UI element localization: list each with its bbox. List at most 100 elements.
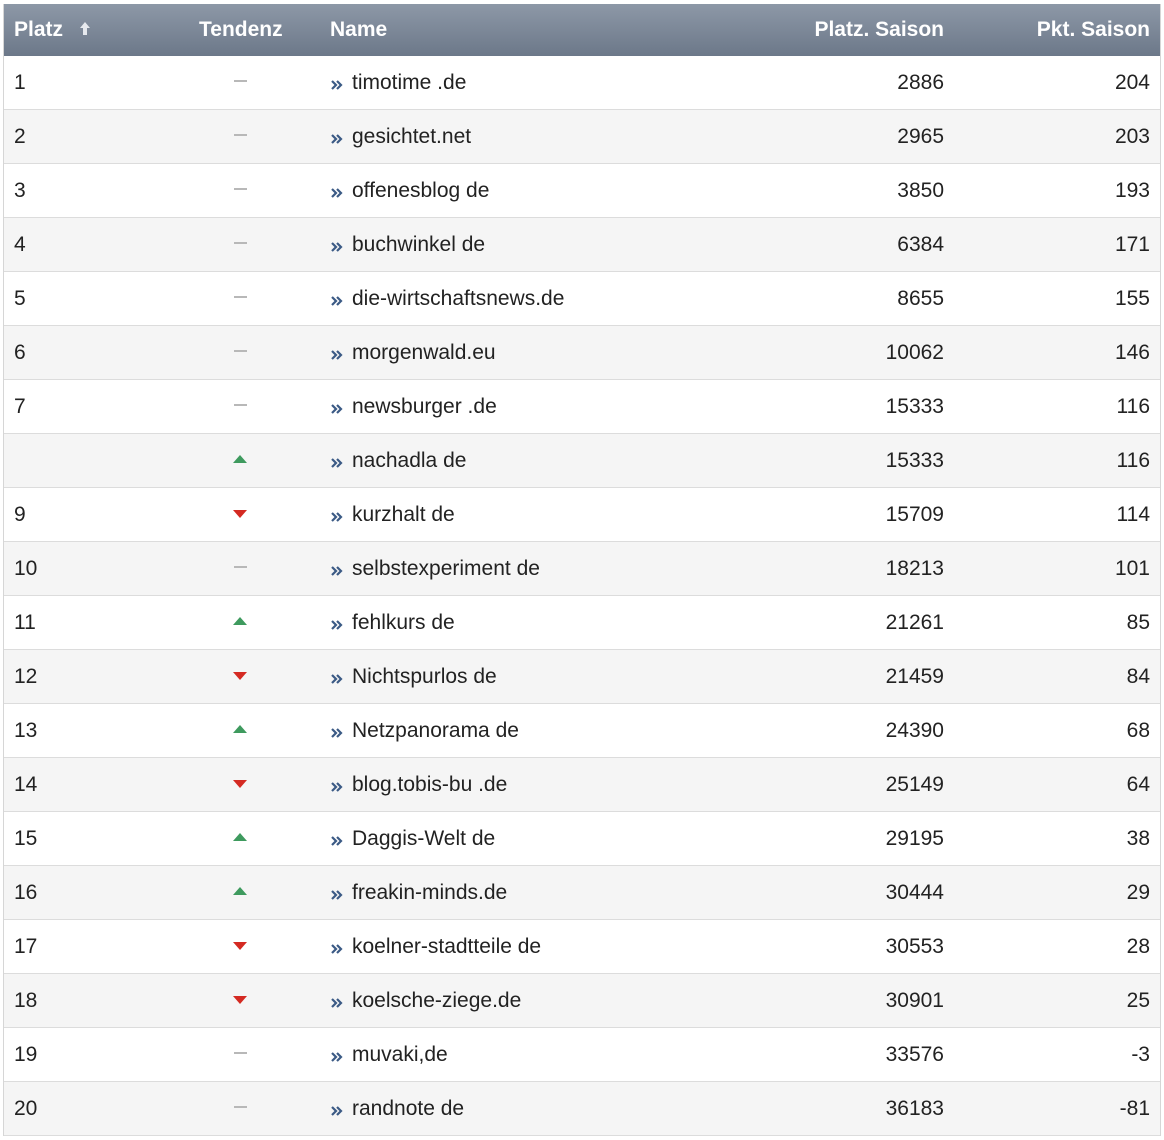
trend-flat-icon [234, 242, 247, 244]
blog-link[interactable]: freakin-minds.de [330, 881, 507, 904]
double-chevron-right-icon [331, 512, 343, 523]
cell-platz: 9 [14, 503, 26, 526]
cell-platz-saison: 25149 [885, 773, 944, 796]
blog-link[interactable]: die-wirtschaftsnews.de [330, 287, 564, 310]
table-row: 12 Nichtspurlos de 21459 84 [4, 650, 1160, 704]
blog-name: buchwinkel de [352, 233, 486, 256]
table-row: 11 fehlkurs de 21261 85 [4, 596, 1160, 650]
blog-link[interactable]: buchwinkel de [330, 233, 485, 256]
trend-down-icon [233, 672, 247, 680]
header-pkt-saison[interactable]: Pkt. Saison [1037, 4, 1150, 56]
cell-pkt-saison: 116 [1116, 395, 1150, 418]
header-platz-saison[interactable]: Platz. Saison [814, 4, 944, 56]
blog-name: blog.tobis-bu .de [352, 773, 508, 796]
blog-name: fehlkurs de [352, 611, 455, 634]
cell-tendenz [230, 272, 252, 325]
cell-tendenz [230, 56, 252, 109]
blog-link[interactable]: morgenwald.eu [330, 341, 496, 364]
trend-up-icon [233, 887, 247, 895]
trend-down-icon [233, 942, 247, 950]
blog-link[interactable]: fehlkurs de [330, 611, 455, 634]
cell-tendenz [230, 650, 252, 703]
cell-platz-saison: 8655 [897, 287, 944, 310]
double-chevron-right-icon [331, 620, 343, 631]
cell-pkt-saison: 146 [1114, 341, 1150, 364]
blog-link[interactable]: Netzpanorama de [330, 719, 519, 742]
blog-link[interactable]: timotime .de [330, 71, 466, 94]
cell-pkt-saison: 28 [1126, 935, 1150, 958]
cell-pkt-saison: 203 [1114, 125, 1150, 148]
cell-pkt-saison: 171 [1114, 233, 1150, 256]
blog-name: Nichtspurlos de [352, 665, 497, 688]
cell-platz-saison: 2965 [897, 125, 944, 148]
cell-tendenz [230, 704, 252, 757]
double-chevron-right-icon [331, 890, 343, 901]
double-chevron-right-icon [331, 566, 343, 577]
trend-flat-icon [234, 188, 247, 190]
blog-link[interactable]: Nichtspurlos de [330, 665, 497, 688]
trend-flat-icon [234, 1106, 247, 1108]
cell-platz-saison: 30553 [885, 935, 944, 958]
cell-platz: 3 [14, 179, 26, 202]
ranking-table: Platz Tendenz Name Platz. Saison Pkt. Sa… [3, 4, 1161, 1136]
trend-flat-icon [234, 566, 247, 568]
cell-platz-saison: 36183 [885, 1097, 944, 1120]
blog-name: Daggis-Welt de [352, 827, 496, 850]
blog-link[interactable]: blog.tobis-bu .de [330, 773, 507, 796]
cell-tendenz [230, 596, 252, 649]
table-row: 19 muvaki,de 33576 -3 [4, 1028, 1160, 1082]
cell-name: koelsche-ziege.de [330, 974, 521, 1027]
cell-name: blog.tobis-bu .de [330, 758, 507, 811]
blog-link[interactable]: gesichtet.net [330, 125, 471, 148]
trend-flat-icon [234, 296, 247, 298]
blog-link[interactable]: muvaki,de [330, 1043, 448, 1066]
cell-platz-saison: 21261 [885, 611, 944, 634]
cell-platz-saison: 30444 [885, 881, 944, 904]
cell-tendenz [230, 920, 252, 973]
blog-link[interactable]: Daggis-Welt de [330, 827, 495, 850]
double-chevron-right-icon [331, 80, 343, 91]
table-row: 15 Daggis-Welt de 29195 38 [4, 812, 1160, 866]
cell-platz: 18 [14, 989, 38, 1012]
cell-platz: 1 [14, 71, 26, 94]
cell-platz: 17 [14, 935, 38, 958]
cell-platz-saison: 15709 [885, 503, 944, 526]
header-tendenz[interactable]: Tendenz [199, 4, 283, 56]
blog-link[interactable]: nachadla de [330, 449, 466, 472]
blog-name: morgenwald.eu [352, 341, 496, 364]
cell-pkt-saison: 116 [1116, 449, 1150, 472]
cell-platz: 20 [14, 1097, 38, 1120]
cell-name: freakin-minds.de [330, 866, 507, 919]
cell-name: fehlkurs de [330, 596, 455, 649]
cell-platz: 12 [14, 665, 38, 688]
blog-link[interactable]: koelsche-ziege.de [330, 989, 521, 1012]
sort-arrow-up-icon[interactable] [79, 21, 91, 37]
header-name[interactable]: Name [330, 4, 387, 56]
blog-link[interactable]: kurzhalt de [330, 503, 455, 526]
cell-tendenz [230, 434, 252, 487]
table-row: 17 koelner-stadtteile de 30553 28 [4, 920, 1160, 974]
blog-name: randnote de [352, 1097, 465, 1120]
blog-link[interactable]: koelner-stadtteile de [330, 935, 541, 958]
blog-link[interactable]: randnote de [330, 1097, 464, 1120]
cell-pkt-saison: 204 [1114, 71, 1150, 94]
table-row: 16 freakin-minds.de 30444 29 [4, 866, 1160, 920]
cell-tendenz [230, 218, 252, 271]
blog-link[interactable]: selbstexperiment de [330, 557, 540, 580]
cell-platz-saison: 30901 [885, 989, 944, 1012]
double-chevron-right-icon [331, 1106, 343, 1117]
cell-platz-saison: 29195 [885, 827, 944, 850]
double-chevron-right-icon [331, 728, 343, 739]
cell-name: newsburger .de [330, 380, 497, 433]
blog-name: newsburger .de [352, 395, 497, 418]
header-platz[interactable]: Platz [14, 4, 91, 56]
blog-name: selbstexperiment de [352, 557, 540, 580]
cell-platz-saison: 33576 [885, 1043, 944, 1066]
cell-platz: 10 [14, 557, 38, 580]
blog-name: Netzpanorama de [352, 719, 519, 742]
blog-link[interactable]: offenesblog de [330, 179, 489, 202]
blog-link[interactable]: newsburger .de [330, 395, 497, 418]
cell-name: offenesblog de [330, 164, 489, 217]
cell-platz-saison: 24390 [885, 719, 944, 742]
blog-name: gesichtet.net [352, 125, 472, 148]
